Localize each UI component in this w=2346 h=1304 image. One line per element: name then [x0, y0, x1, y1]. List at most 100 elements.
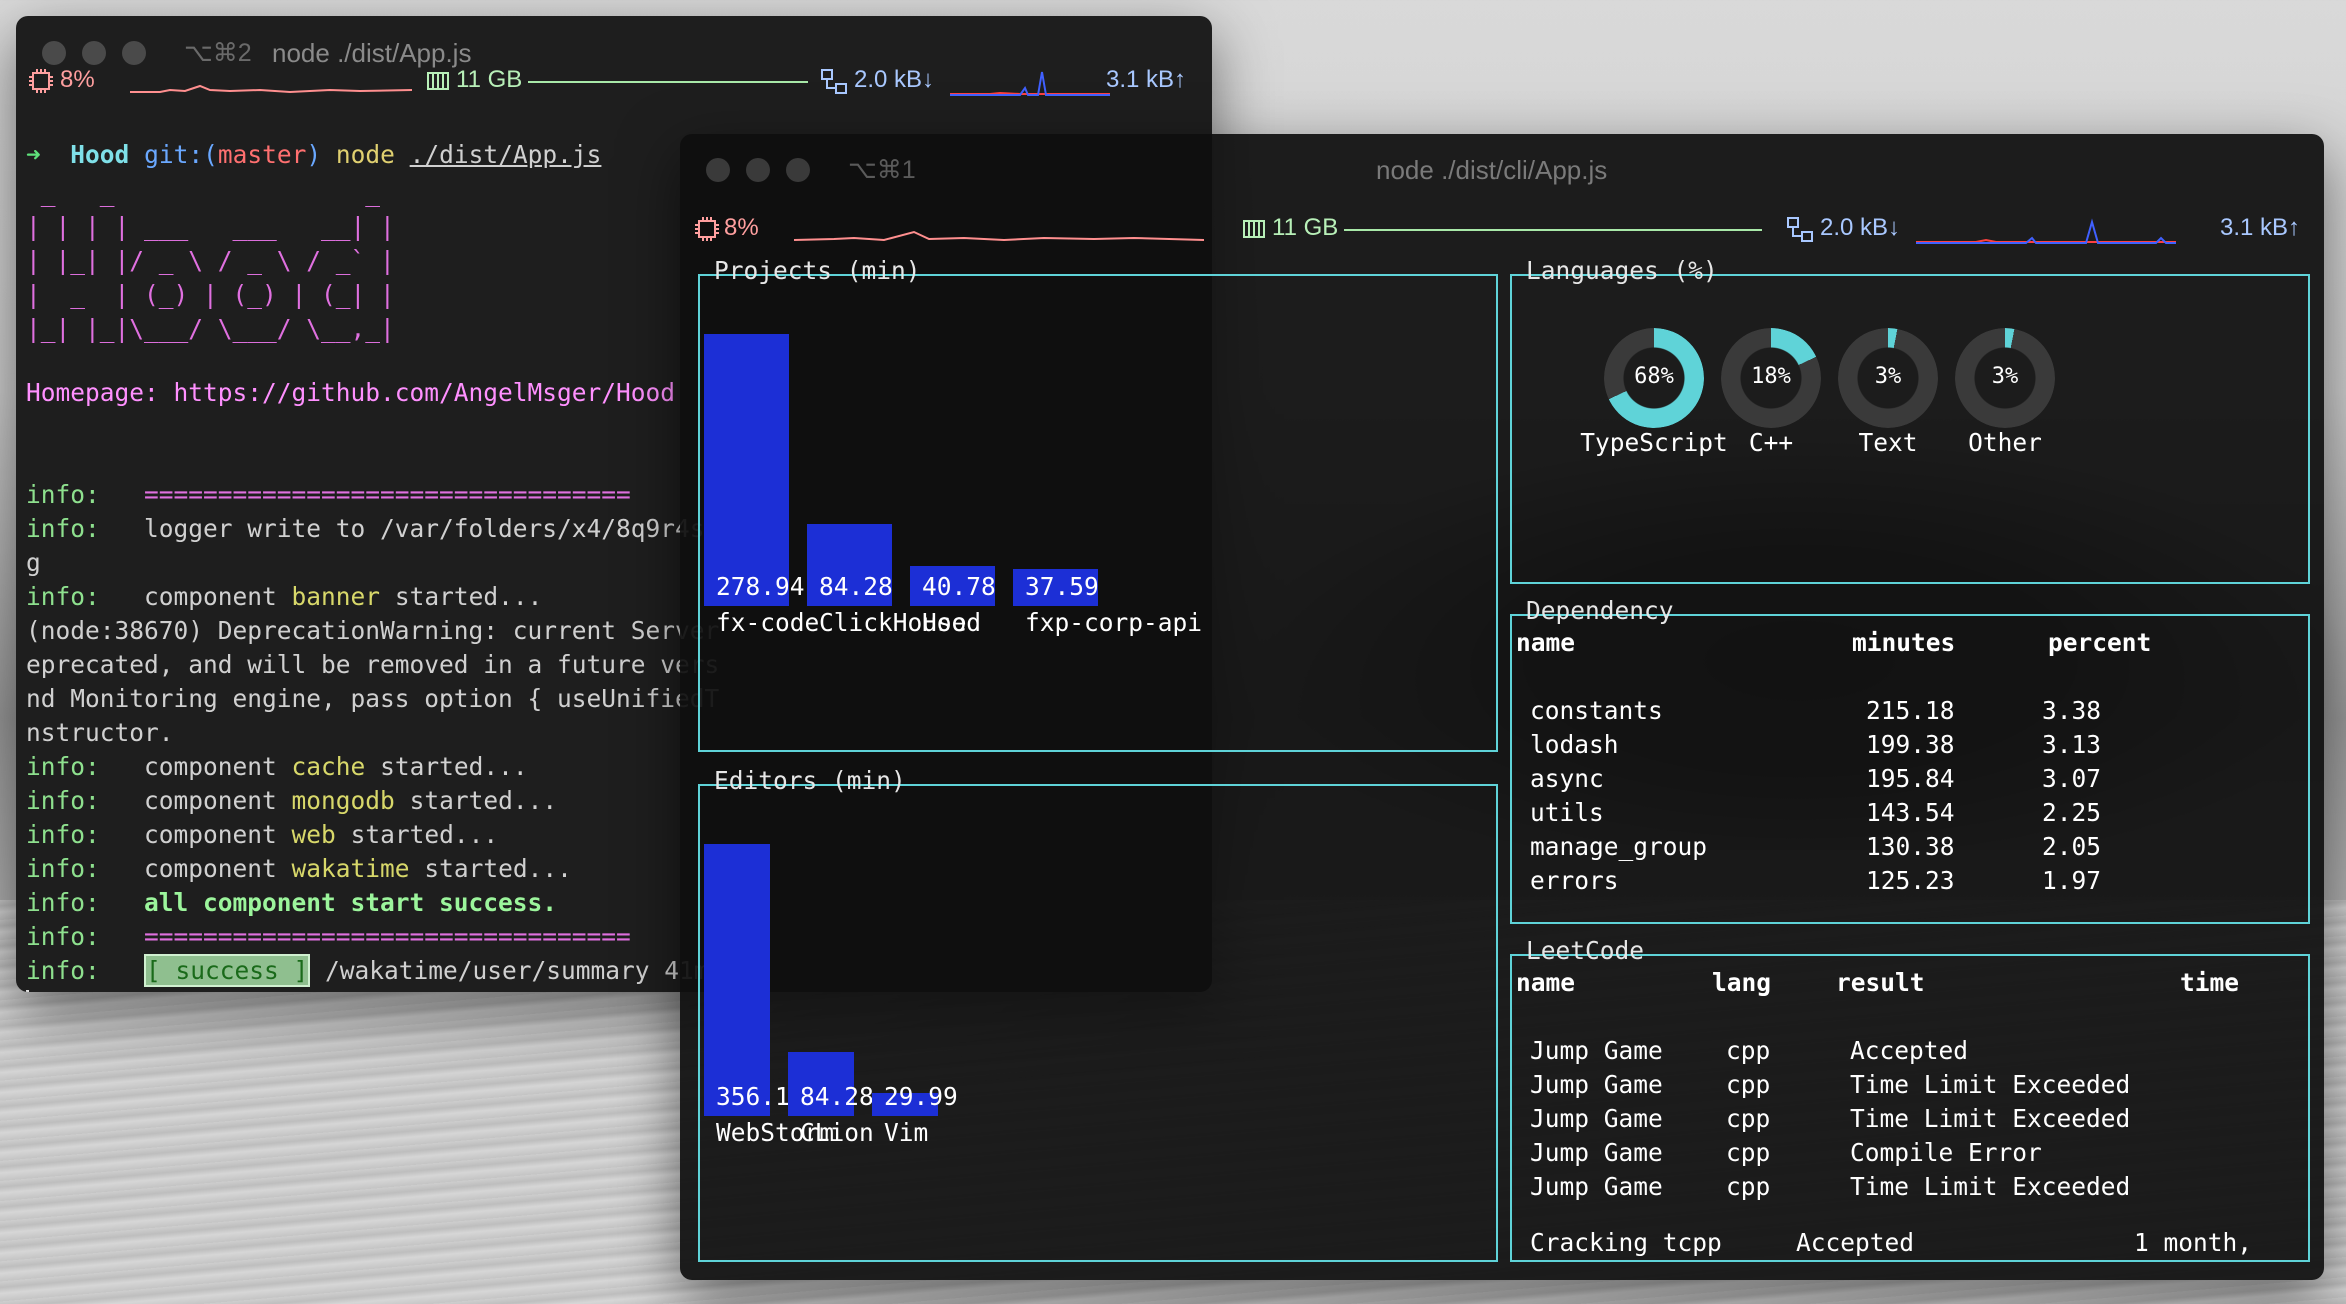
table-cell: cpp	[1726, 1104, 1771, 1133]
table-cell: Jump Game	[1530, 1070, 1663, 1099]
projects-panel: Projects (min) 278.94 fx-code 84.28 ClickHo…	[698, 256, 1498, 752]
table-cell: 3.07	[2042, 764, 2102, 793]
log-line: eprecated, and will be removed in a futu…	[26, 650, 720, 679]
bar	[704, 844, 770, 1116]
success-badge: [ success ]	[144, 954, 311, 987]
bar-value-label: 37.59	[1025, 572, 1099, 601]
network-down: 2.0 kB↓	[854, 66, 935, 93]
network-sparkline	[1916, 218, 2176, 244]
table-cell: Time Limit Exceeded	[1850, 1070, 2131, 1099]
table-cell: 215.18	[1866, 696, 1955, 725]
bar-value-label: 278.94	[716, 572, 805, 601]
close-button[interactable]	[706, 158, 730, 182]
log-line: nstructor.	[26, 718, 174, 747]
bar-category-label: fxp-corp-api	[1025, 608, 1203, 637]
bar	[704, 334, 789, 606]
prompt-git-end: )	[306, 140, 322, 169]
cpu-sparkline	[130, 84, 412, 94]
table-cell: 1.97	[2042, 866, 2102, 895]
cpu-usage: 8%	[724, 214, 759, 241]
table-cell: lodash	[1530, 730, 1619, 759]
network-sparkline	[950, 71, 1110, 96]
log-line: info: component wakatime started...	[26, 854, 572, 883]
table-cell: manage_group	[1530, 832, 1708, 861]
memory-sparkline	[528, 81, 808, 83]
table-cell: utils	[1530, 798, 1604, 827]
table-cell: cpp	[1726, 1138, 1771, 1167]
prompt-arrow-icon: ➜	[26, 140, 41, 169]
dependency-panel: Dependency name minutes percent constants 2…	[1510, 596, 2310, 924]
log-line: info: =================================	[26, 922, 631, 951]
language-percent: 18%	[1751, 364, 1791, 389]
network-up: 3.1 kB↑	[2220, 214, 2301, 241]
language-name: Other	[1968, 428, 2042, 457]
prompt-arg: ./dist/App.js	[409, 140, 602, 169]
tab-shortcut: ⌥⌘1	[848, 156, 916, 184]
table-cell: 2.25	[2042, 798, 2102, 827]
table-cell: 143.54	[1866, 798, 1955, 827]
cpu-icon	[695, 217, 719, 241]
terminal-window-1[interactable]: ⌥⌘1 node ./dist/cli/App.js 8% 11 GB 2.0 …	[680, 134, 2324, 1280]
prompt-line: ➜ Hood git:(master) node ./dist/App.js	[26, 138, 601, 172]
network-icon	[821, 69, 847, 94]
languages-panel: Languages (%) 68% TypeScript 18% C++ 3% Text 3…	[1510, 256, 2310, 584]
window-title: node ./dist/cli/App.js	[1376, 155, 1608, 185]
homepage-line: Homepage: https://github.com/AngelMsger/…	[26, 378, 676, 407]
status-bar: 8% 11 GB 2.0 kB↓ 3.1 kB↑	[16, 62, 1212, 102]
log-line: info: component cache started...	[26, 752, 528, 781]
prompt-branch: master	[217, 140, 307, 169]
cpu-usage: 8%	[60, 66, 95, 93]
bar-value-label: 84.28	[819, 572, 893, 601]
table-cell: Accepted	[1850, 1036, 1969, 1065]
table-cell: 2.05	[2042, 832, 2102, 861]
bar-value-label: 29.99	[884, 1082, 958, 1111]
table-cell: 3.13	[2042, 730, 2102, 759]
log-line: (node:38670) DeprecationWarning: current…	[26, 616, 720, 645]
bar-value-label: 40.78	[922, 572, 996, 601]
table-cell: Jump Game	[1530, 1138, 1663, 1167]
table-cell: Jump Game	[1530, 1036, 1663, 1065]
table-cell: 130.38	[1866, 832, 1955, 861]
minimize-button[interactable]	[746, 158, 770, 182]
language-percent: 68%	[1634, 364, 1674, 389]
log-line: info: component mongodb started...	[26, 786, 558, 815]
memory-usage: 11 GB	[456, 66, 523, 93]
panel-title: Editors (min)	[714, 766, 906, 795]
table-cell: Time Limit Exceeded	[1850, 1172, 2131, 1201]
cpu-icon	[29, 69, 53, 93]
panel-title: Languages (%)	[1526, 256, 1718, 285]
panel-title: LeetCode	[1526, 936, 1645, 965]
table-cell: Jump Game	[1530, 1104, 1663, 1133]
panel-title: Dependency	[1526, 596, 1674, 625]
table-cell: cpp	[1726, 1070, 1771, 1099]
table-cell: cpp	[1726, 1172, 1771, 1201]
network-down: 2.0 kB↓	[1820, 214, 1901, 241]
table-cell: Jump Game	[1530, 1172, 1663, 1201]
memory-icon	[1243, 220, 1265, 238]
leetcode-panel: LeetCode name lang result time Jump Game cpp…	[1510, 936, 2310, 1262]
table-cell: errors	[1530, 866, 1619, 895]
zoom-button[interactable]	[786, 158, 810, 182]
table-cell: Compile Error	[1850, 1138, 2042, 1167]
bar-category-label: Hood	[922, 608, 982, 637]
log-line: info: [ success ] /wakatime/user/summary…	[26, 954, 709, 987]
log-line: info: logger write to /var/folders/x4/8q…	[26, 514, 705, 543]
table-cell: 195.84	[1866, 764, 1955, 793]
prompt-dir: Hood	[70, 140, 130, 169]
table-cell: cpp	[1726, 1036, 1771, 1065]
language-percent: 3%	[1991, 364, 2019, 389]
log-line: info: component banner started...	[26, 582, 543, 611]
memory-icon	[427, 72, 449, 90]
network-up: 3.1 kB↑	[1106, 66, 1187, 93]
bar-category-label: fx-code	[716, 608, 820, 637]
log-line: g	[26, 548, 41, 577]
log-line: nd Monitoring engine, pass option { useU…	[26, 684, 720, 713]
log-line: info: all component start success.	[26, 888, 558, 917]
log-output: info: ================================= i…	[26, 444, 719, 992]
bar-value-label: 84.28	[800, 1082, 874, 1111]
network-icon	[1787, 217, 1813, 242]
bar-category-label: Vim	[884, 1118, 929, 1147]
titlebar[interactable]: ⌥⌘1 node ./dist/cli/App.js	[680, 134, 2324, 214]
prompt-git: git:(	[144, 140, 218, 169]
text-cursor	[26, 990, 29, 992]
